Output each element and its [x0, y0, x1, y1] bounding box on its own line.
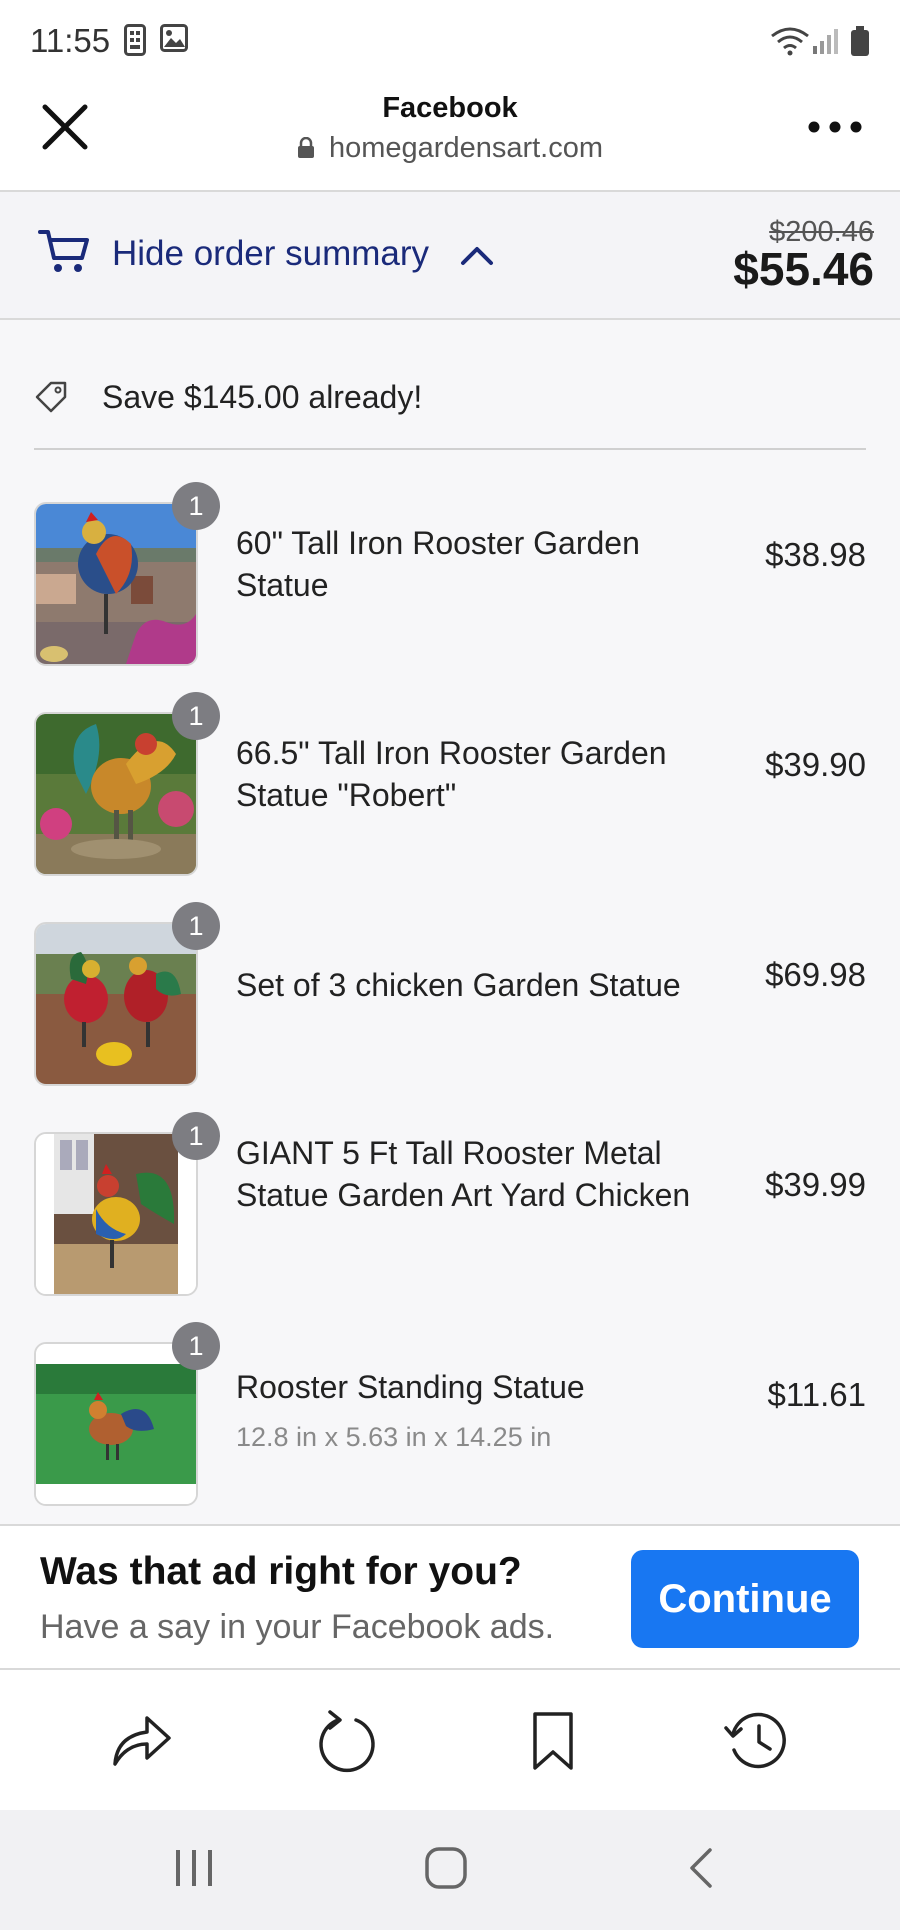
total-price: $55.46: [733, 243, 874, 295]
item-name: Set of 3 chicken Garden Statue: [236, 967, 681, 1003]
more-icon: [808, 121, 862, 133]
gallery-icon: [160, 24, 188, 57]
item-dimensions: 12.8 in x 5.63 in x 14.25 in: [236, 1422, 552, 1452]
browser-title: Facebook: [382, 92, 518, 124]
cart-icon: [38, 228, 90, 281]
refresh-button[interactable]: [312, 1706, 382, 1776]
list-item[interactable]: 1 Rooster Standing Statue 12.8 in x 5.63…: [34, 1322, 866, 1506]
item-name: Rooster Standing Statue: [236, 1369, 585, 1405]
quantity-badge: 1: [172, 692, 220, 740]
back-button[interactable]: [680, 1846, 724, 1895]
item-price: $38.98: [765, 536, 866, 573]
bookmark-icon: [533, 1712, 573, 1770]
signal-icon: [812, 28, 840, 59]
item-name: GIANT 5 Ft Tall Rooster Metal Statue Gar…: [236, 1135, 691, 1213]
system-nav-bar: [0, 1810, 900, 1930]
lock-icon: [297, 134, 315, 167]
item-name: 66.5" Tall Iron Rooster Garden Statue "R…: [236, 735, 667, 813]
ad-feedback-banner: Was that ad right for you? Have a say in…: [0, 1524, 900, 1670]
list-item[interactable]: 1 Set of 3 chicken Garden Statue $69.98: [34, 902, 866, 1086]
status-bar: 11:55: [0, 0, 900, 82]
product-image: [34, 1342, 198, 1506]
ad-feedback-subtitle: Have a say in your Facebook ads.: [40, 1608, 555, 1646]
savings-text: Save $145.00 already!: [102, 379, 423, 415]
continue-button[interactable]: Continue: [631, 1550, 859, 1648]
tag-icon: [34, 380, 68, 419]
browser-url: homegardensart.com: [0, 132, 900, 167]
history-button[interactable]: [722, 1706, 792, 1776]
chevron-up-icon: [460, 244, 494, 271]
share-button[interactable]: [107, 1706, 177, 1776]
wifi-icon: [770, 26, 810, 61]
refresh-icon: [319, 1710, 375, 1773]
product-image: [34, 922, 198, 1086]
ad-feedback-title: Was that ad right for you?: [40, 1550, 522, 1593]
order-items-section: Save $145.00 already! 1 60" Tall Iron Ro…: [0, 322, 900, 1524]
item-price: $39.90: [765, 746, 866, 783]
home-button[interactable]: [424, 1846, 468, 1895]
recent-apps-button[interactable]: [172, 1846, 216, 1895]
recent-apps-icon: [176, 1850, 212, 1886]
item-price: $69.98: [765, 956, 866, 993]
home-icon: [425, 1847, 467, 1889]
product-image: [34, 712, 198, 876]
battery-icon: [850, 26, 870, 61]
product-image: [34, 502, 198, 666]
status-time: 11:55: [30, 22, 111, 59]
hide-order-summary-label: Hide order summary: [112, 234, 430, 273]
item-name: 60" Tall Iron Rooster Garden Statue: [236, 525, 640, 603]
sim-icon: [124, 24, 146, 61]
history-icon: [724, 1712, 786, 1769]
quantity-badge: 1: [172, 902, 220, 950]
item-price: $11.61: [767, 1376, 866, 1413]
item-price: $39.99: [765, 1166, 866, 1203]
list-item[interactable]: 1 GIANT 5 Ft Tall Rooster Metal Statue G…: [34, 1112, 866, 1296]
order-summary-toggle[interactable]: Hide order summary $200.46 $55.46: [0, 192, 900, 320]
browser-url-text: homegardensart.com: [328, 132, 604, 164]
share-icon: [113, 1716, 171, 1766]
quantity-badge: 1: [172, 482, 220, 530]
back-icon: [690, 1848, 712, 1888]
browser-toolbar: [0, 1670, 900, 1810]
quantity-badge: 1: [172, 1112, 220, 1160]
list-item[interactable]: 1 60" Tall Iron Rooster Garden Statue $3…: [34, 482, 866, 666]
list-item[interactable]: 1 66.5" Tall Iron Rooster Garden Statue …: [34, 692, 866, 876]
more-options-button[interactable]: [805, 112, 865, 142]
quantity-badge: 1: [172, 1322, 220, 1370]
browser-header: Facebook homegardensart.com: [0, 82, 900, 192]
product-image: [34, 1132, 198, 1296]
savings-row: Save $145.00 already!: [34, 370, 866, 450]
bookmark-button[interactable]: [518, 1706, 588, 1776]
